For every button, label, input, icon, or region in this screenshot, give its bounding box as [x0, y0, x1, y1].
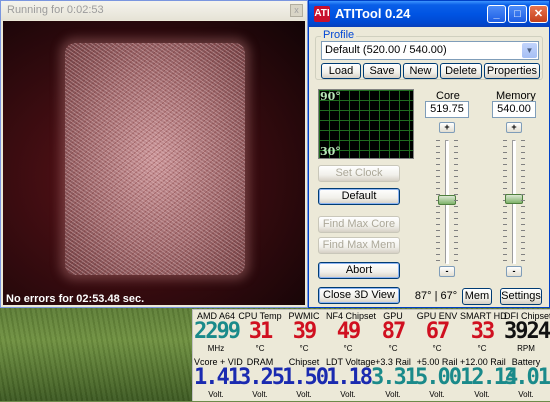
sensor-unit: °C	[299, 344, 309, 353]
sensor-cpu-temp: CPU Temp 31 °C	[238, 310, 282, 356]
sensor-unit: RPM	[517, 344, 535, 353]
sensor-battery: Battery 3.01 Volt.	[504, 356, 550, 402]
temperature-readout: 87° | 67°	[414, 290, 458, 302]
render-window[interactable]: Running for 0:02:53 x No errors for 02:5…	[0, 0, 308, 308]
sensor-unit: Volt.	[474, 390, 490, 399]
sensor-12v-rail: +12.00 Rail 12.14 Volt.	[460, 356, 518, 402]
find-max-core-button[interactable]: Find Max Core	[318, 216, 400, 233]
sensor-value: 31	[248, 319, 274, 344]
sensor-pwmic: PWMIC 39 °C	[282, 310, 326, 356]
sensor-unit: °C	[432, 344, 442, 353]
graph-bottom-label: 30°	[320, 145, 341, 158]
sensor-value: 49	[336, 319, 362, 344]
sensor-unit: MHz	[207, 344, 225, 353]
sensor-value: 87	[381, 319, 407, 344]
sensor-unit: °C	[343, 344, 353, 353]
render-window-title: Running for 0:02:53	[7, 4, 104, 16]
sensor-chipset-voltage: Chipset 1.50 Volt.	[282, 356, 329, 402]
sensor-unit: °C	[255, 344, 265, 353]
profile-label: Profile	[321, 29, 357, 41]
chevron-down-icon[interactable]: ▼	[522, 43, 537, 58]
sensor-unit: Volt.	[296, 390, 312, 399]
profile-select-value: Default (520.00 / 540.00)	[325, 44, 447, 56]
sensor-value: 39	[292, 319, 318, 344]
sensor-value: 67	[425, 319, 451, 344]
sensor-5v-rail: +5.00 Rail 5.00 Volt.	[415, 356, 462, 402]
error-status-text: No errors for 02:53.48 sec.	[6, 293, 145, 305]
sensor-value: 12.14	[460, 365, 518, 390]
sensor-smart-hd: SMART HD 33 °C	[460, 310, 507, 356]
sensor-gpu-env: GPU ENV 67 °C	[415, 310, 459, 356]
abort-button[interactable]: Abort	[318, 262, 400, 279]
set-clock-button[interactable]: Set Clock	[318, 165, 400, 182]
atitool-window[interactable]: ATI ATITool 0.24 _ □ ✕ Profile Default (…	[308, 0, 550, 308]
sensor-unit: Volt.	[252, 390, 268, 399]
find-max-mem-button[interactable]: Find Max Mem	[318, 237, 400, 254]
core-slider-ticks-right	[454, 140, 458, 264]
load-button[interactable]: Load	[321, 63, 361, 79]
close-3d-view-button[interactable]: Close 3D View	[318, 287, 400, 304]
sensor-unit: Volt.	[208, 390, 224, 399]
delete-button[interactable]: Delete	[440, 63, 482, 79]
sensor-dfi-chipset: DFI Chipset 3924 RPM	[504, 310, 550, 356]
window-title: ATITool 0.24	[335, 6, 411, 21]
sensor-value: 3.01	[504, 365, 550, 390]
sensor-unit: Volt.	[518, 390, 534, 399]
sensor-nf4-chipset: NF4 Chipset 49 °C	[326, 310, 376, 356]
sensor-value: 3924	[504, 319, 550, 344]
sensor-ldt-voltage: LDT Voltage 1.18 Volt.	[326, 356, 375, 402]
sensor-value: 2299	[194, 319, 241, 344]
memory-clock-field[interactable]: 540.00	[492, 101, 536, 118]
profile-select[interactable]: Default (520.00 / 540.00) ▼	[321, 41, 539, 60]
temperature-graph: 90° 30°	[318, 89, 414, 159]
sensor-unit: °C	[388, 344, 398, 353]
graph-top-label: 90°	[320, 90, 341, 103]
sensor-value: 3.31	[371, 365, 418, 390]
sensor-unit: Volt.	[385, 390, 401, 399]
sensor-dram: DRAM 3.25 Volt.	[238, 356, 285, 402]
save-button[interactable]: Save	[363, 63, 401, 79]
default-button[interactable]: Default	[318, 188, 400, 205]
maximize-button[interactable]: □	[508, 5, 527, 23]
mem-button[interactable]: Mem	[462, 288, 492, 305]
core-clock-field[interactable]: 519.75	[425, 101, 469, 118]
memory-minus-button[interactable]: -	[506, 266, 522, 277]
sensor-value: 1.50	[282, 365, 329, 390]
sensor-amd-a64: AMD A64 2299 MHz	[194, 310, 241, 356]
3d-render-canvas	[3, 21, 305, 305]
sensor-value: 1.18	[326, 365, 373, 390]
new-button[interactable]: New	[403, 63, 438, 79]
sensor-value: 1.41	[194, 365, 241, 390]
memory-plus-button[interactable]: +	[506, 122, 522, 133]
ati-logo-icon: ATI	[314, 6, 330, 22]
sensor-unit: °C	[477, 344, 487, 353]
fur-cube-render	[65, 43, 245, 275]
atitool-titlebar[interactable]: ATI ATITool 0.24 _ □ ✕	[309, 1, 549, 27]
sensor-panel: AMD A64 2299 MHz CPU Temp 31 °C PWMIC 39…	[192, 309, 550, 401]
core-plus-button[interactable]: +	[439, 122, 455, 133]
settings-button[interactable]: Settings	[500, 288, 542, 305]
sensor-unit: Volt.	[429, 390, 445, 399]
close-icon[interactable]: x	[290, 4, 303, 17]
sensor-value: 3.25	[238, 365, 285, 390]
sensor-value: 33	[470, 319, 496, 344]
close-button[interactable]: ✕	[529, 5, 548, 23]
sensor-gpu: GPU 87 °C	[371, 310, 415, 356]
minimize-button[interactable]: _	[487, 5, 506, 23]
sensor-3v3-rail: +3.3 Rail 3.31 Volt.	[371, 356, 418, 402]
sensor-unit: Volt.	[340, 390, 356, 399]
core-minus-button[interactable]: -	[439, 266, 455, 277]
render-window-titlebar[interactable]: Running for 0:02:53 x	[1, 1, 307, 20]
properties-button[interactable]: Properties	[484, 63, 540, 79]
sensor-value: 5.00	[415, 365, 462, 390]
sensor-vcore: Vcore + VID 1.41 Volt.	[194, 356, 243, 402]
memory-slider-ticks-right	[521, 140, 525, 264]
